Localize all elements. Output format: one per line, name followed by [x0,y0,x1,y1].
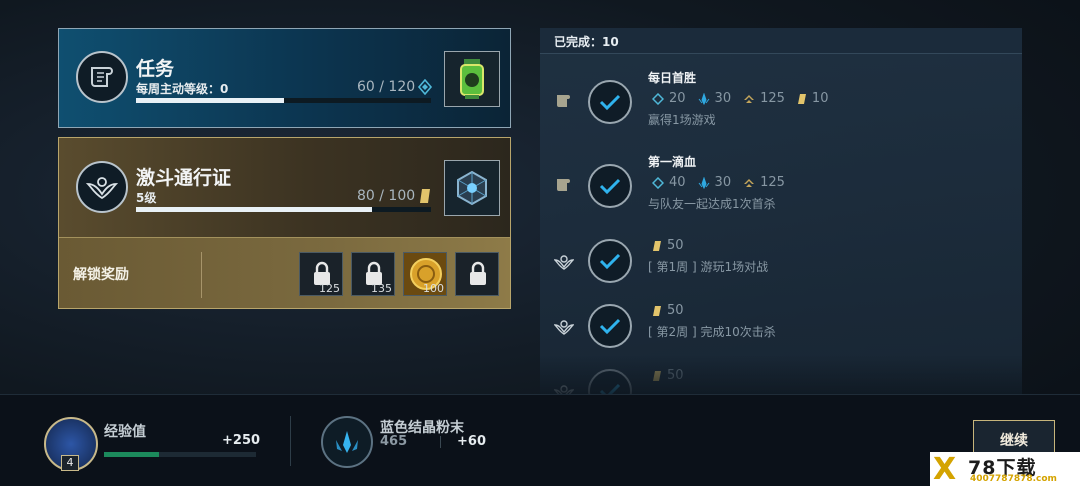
pass-emblem-icon [554,252,574,272]
quest-item[interactable]: 第一滴血 40 30 125 与队友一起达成1次首杀 [540,153,1022,218]
reward-slot-2[interactable]: 135 [351,252,395,296]
reward-slot-1[interactable]: 125 [299,252,343,296]
quest-name: 每日首胜 [648,71,697,85]
reward-slot-4[interactable] [455,252,499,296]
quest-item[interactable]: 50 [ 第1周 ] 游玩1场对战 [540,222,1022,287]
completed-header: 已完成：10 [540,28,1022,54]
exp-gain: +250 [222,433,261,448]
pass-xp-icon [417,78,433,99]
quest-description: [ 第1周 ] 游玩1场对战 [648,260,769,274]
completed-quests-panel[interactable]: 已完成：10 每日首胜 20 30 125 10 赢得1场游戏 第一滴血 40 … [540,28,1022,395]
token-icon [797,93,806,104]
mission-progress-fill [136,98,284,103]
pass-progress-bar [136,207,431,212]
quest-description: 赢得1场游戏 [648,113,716,127]
quest-description: [ 第2周 ] 完成10次击杀 [648,325,776,339]
crystal-separator [440,436,441,448]
reward-value: 50 [667,238,684,253]
token-icon [418,188,432,208]
completed-count: 已完成：10 [554,35,619,49]
scroll-icon [76,51,128,103]
quest-rewards: 20 30 125 10 [652,91,828,106]
pass-progress-fill [136,207,372,212]
mission-progress-text: 60 / 120 [357,79,416,95]
bottom-bar [0,394,1080,486]
quest-rewards: 40 30 125 [652,175,785,190]
lock-icon [470,261,486,285]
lantern-item-icon [444,51,500,107]
pass-emblem-icon [554,317,574,337]
watermark-url: 4007787878.com [970,474,1057,484]
quest-rewards: 50 [652,238,684,253]
pass-progress-text: 80 / 100 [357,188,416,204]
scroll-icon [554,175,574,195]
blue-essence-icon [698,92,709,105]
reward-value: 125 [760,175,785,190]
reward-divider [201,252,202,298]
scroll-icon [554,91,574,111]
player-level-badge: 4 [61,455,79,471]
pass-emblem-icon [76,161,128,213]
exp-progress-bar [104,452,256,457]
reward-slot-3[interactable]: 100 [403,252,447,296]
rank-icon [744,178,755,187]
token-icon [653,240,661,251]
mission-progress-bar [136,98,431,103]
quest-name: 第一滴血 [648,155,697,169]
pass-title: 激斗通行证 [136,167,232,189]
reward-count: 135 [371,282,392,295]
blue-essence-icon [698,176,709,189]
check-icon [588,239,632,283]
reward-value: 20 [669,91,686,106]
reward-count: 125 [319,282,340,295]
reward-value: 30 [714,91,732,106]
check-icon [588,80,632,124]
reward-value: 40 [669,175,686,190]
quest-item[interactable]: 50 [ 第2周 ] 完成10次击杀 [540,287,1022,352]
exp-progress-fill [104,452,159,457]
quest-description: 与队友一起达成1次首杀 [648,197,776,211]
list-fade [540,355,1022,395]
check-icon [588,164,632,208]
reward-value: 10 [811,91,829,106]
reward-value: 125 [760,91,785,106]
reward-count: 100 [423,282,444,295]
reward-value: 30 [714,175,732,190]
quest-item[interactable]: 每日首胜 20 30 125 10 赢得1场游戏 [540,69,1022,134]
pass-xp-icon [652,176,664,189]
rank-icon [744,94,755,103]
blue-essence-icon [321,416,373,468]
unlock-rewards-label: 解锁奖励 [73,267,129,283]
site-watermark: X 78下载 4007787878.com [930,452,1080,486]
mission-title: 任务 [136,58,175,80]
exp-label: 经验值 [104,424,146,440]
mission-card[interactable]: 任务 每周主动等级：0 60 / 120 [58,28,511,128]
pass-xp-icon [652,92,664,105]
bottom-divider [290,416,291,466]
token-icon [653,305,661,316]
check-icon [588,304,632,348]
watermark-x-logo: X [933,452,957,486]
pass-level: 5级 [136,191,157,205]
reward-value: 50 [667,303,684,318]
quest-rewards: 50 [652,303,684,318]
crystal-total: 465 [380,434,408,449]
capsule-item-icon [444,160,500,216]
crystal-gain: +60 [457,434,486,449]
mission-weekly-level: 每周主动等级：0 [136,82,229,96]
